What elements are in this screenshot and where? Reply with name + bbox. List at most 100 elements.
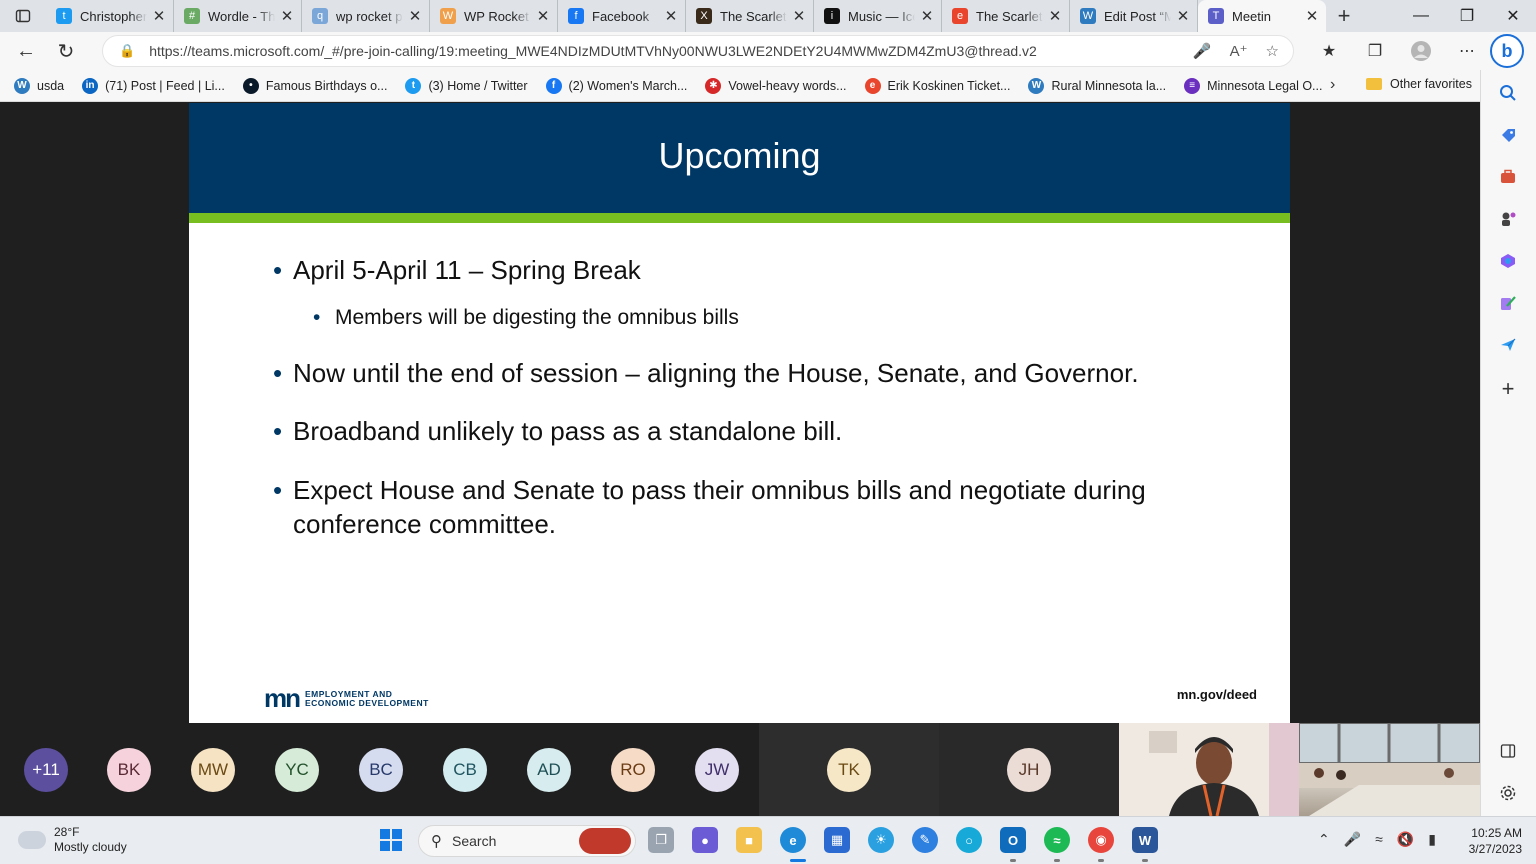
favorite-link[interactable]: ≡ Minnesota Legal O... (1184, 77, 1322, 94)
games-icon[interactable] (1495, 206, 1521, 232)
word-icon[interactable]: W (1132, 827, 1158, 853)
task-view-icon[interactable]: ❐ (648, 827, 674, 853)
slide-footer-url: mn.gov/deed (1176, 687, 1257, 702)
browser-tab[interactable]: f Facebook ✕ (558, 0, 686, 32)
close-tab-icon[interactable]: ✕ (791, 7, 807, 25)
back-button[interactable]: ← (8, 35, 44, 67)
browser-tab[interactable]: # Wordle - Th ✕ (174, 0, 302, 32)
add-sidebar-app-icon[interactable]: + (1495, 376, 1521, 402)
participant-avatar[interactable]: BC (359, 748, 403, 792)
outlook-icon[interactable]: O (1000, 827, 1026, 853)
favorite-link[interactable]: f (2) Women's March... (545, 77, 687, 94)
clock-date: 3/27/2023 (1468, 842, 1522, 856)
restore-button[interactable]: ❐ (1444, 0, 1490, 32)
microphone-icon[interactable]: 🎤 (1344, 831, 1361, 848)
url-text[interactable]: https://teams.microsoft.com/_#/pre-join-… (149, 43, 1193, 59)
browser-tab[interactable]: X The Scarlet ✕ (686, 0, 814, 32)
favorite-link[interactable]: Wusda (14, 77, 64, 94)
more-favorites-chevron-icon[interactable]: › (1330, 76, 1335, 94)
browser-tab[interactable]: W WP Rocket ✕ (430, 0, 558, 32)
taskbar-search-box[interactable]: ⚲ Search (418, 825, 636, 857)
profile-avatar[interactable] (1400, 35, 1442, 67)
close-tab-icon[interactable]: ✕ (151, 7, 167, 25)
participant-avatar[interactable]: TK (827, 748, 871, 792)
favorite-link[interactable]: t (3) Home / Twitter (405, 77, 528, 94)
edge-icon[interactable]: e (780, 827, 806, 853)
refresh-button[interactable]: ↻ (48, 35, 84, 67)
favorite-link[interactable]: ✱ Vowel-heavy words... (705, 77, 847, 94)
favorite-link[interactable]: e Erik Koskinen Ticket... (864, 77, 1010, 94)
microphone-icon[interactable]: 🎤 (1193, 42, 1212, 60)
close-tab-icon[interactable]: ✕ (1304, 7, 1320, 25)
chrome-icon[interactable]: ◉ (1088, 827, 1114, 853)
settings-gear-icon[interactable] (1495, 780, 1521, 806)
drop-icon[interactable] (1495, 290, 1521, 316)
chat-icon[interactable]: ● (692, 827, 718, 853)
browser-tab[interactable]: W Edit Post “M ✕ (1070, 0, 1198, 32)
browser-tab[interactable]: q wp rocket p ✕ (302, 0, 430, 32)
participant-avatar[interactable]: RO (611, 748, 655, 792)
new-tab-button[interactable]: + (1326, 3, 1362, 29)
more-menu-icon[interactable]: ⋯ (1446, 35, 1488, 67)
participant-avatar[interactable]: CB (443, 748, 487, 792)
show-hidden-icons-chevron-icon[interactable]: ⌃ (1318, 831, 1330, 848)
favorite-link[interactable]: in (71) Post | Feed | Li... (82, 77, 225, 94)
send-icon[interactable] (1495, 332, 1521, 358)
browser-tab[interactable]: i Music — Ice ✕ (814, 0, 942, 32)
more-participants-avatar[interactable]: +11 (24, 748, 68, 792)
participant-avatar[interactable]: AD (527, 748, 571, 792)
participant-avatar[interactable]: MW (191, 748, 235, 792)
participant-avatar[interactable]: YC (275, 748, 319, 792)
close-tab-icon[interactable]: ✕ (1047, 7, 1063, 25)
bing-chat-icon[interactable]: b (1490, 34, 1524, 68)
tab-actions-icon[interactable] (0, 0, 46, 32)
favorite-link[interactable]: • Famous Birthdays o... (242, 77, 387, 94)
close-tab-icon[interactable]: ✕ (663, 7, 679, 25)
weather-widget[interactable]: 28°F Mostly cloudy (18, 825, 127, 855)
split-screen-icon[interactable] (1495, 738, 1521, 764)
participant-avatar[interactable]: BK (107, 748, 151, 792)
lock-icon[interactable]: 🔒 (119, 43, 135, 59)
address-bar[interactable]: 🔒 https://teams.microsoft.com/_#/pre-joi… (102, 35, 1294, 67)
other-favorites-folder[interactable]: Other favorites (1366, 77, 1472, 91)
browser-tab[interactable]: e The Scarlet ✕ (942, 0, 1070, 32)
participant-avatar[interactable]: JW (695, 748, 739, 792)
file-explorer-icon[interactable]: ■ (736, 827, 762, 853)
tools-briefcase-icon[interactable] (1495, 164, 1521, 190)
close-tab-icon[interactable]: ✕ (535, 7, 551, 25)
windows-start-icon[interactable] (380, 829, 402, 851)
favorite-label: (3) Home / Twitter (428, 78, 528, 93)
favorite-site-icon: W (14, 77, 30, 94)
minimize-button[interactable]: — (1398, 0, 1444, 32)
participant-avatar[interactable]: JH (1007, 748, 1051, 792)
participant-video-tile[interactable] (1119, 723, 1299, 816)
battery-icon[interactable]: ▮ (1428, 831, 1436, 848)
wifi-icon[interactable]: ≈ (1375, 831, 1383, 848)
read-aloud-icon[interactable]: A⁺ (1230, 42, 1248, 60)
close-tab-icon[interactable]: ✕ (407, 7, 423, 25)
close-tab-icon[interactable]: ✕ (919, 7, 935, 25)
office-icon[interactable] (1495, 248, 1521, 274)
paint-icon[interactable]: ✎ (912, 827, 938, 853)
add-favorite-icon[interactable]: ☆ (1266, 42, 1279, 60)
weather-app-icon[interactable]: ☀ (868, 827, 894, 853)
system-clock[interactable]: 10:25 AM 3/27/2023 (1469, 825, 1522, 857)
store-icon[interactable]: ▦ (824, 827, 850, 853)
spotify-icon[interactable]: ≈ (1044, 827, 1070, 853)
close-tab-icon[interactable]: ✕ (1175, 7, 1191, 25)
favorite-link[interactable]: W Rural Minnesota la... (1028, 77, 1166, 94)
collections-icon[interactable]: ❐ (1354, 35, 1396, 67)
slide-bullet: • Now until the end of session – aligning… (273, 358, 1139, 388)
alexa-icon[interactable]: ○ (956, 827, 982, 853)
tab-title: The Scarlet (976, 8, 1043, 24)
tab-title: wp rocket p (336, 8, 403, 24)
volume-muted-icon[interactable]: 🔇 (1397, 831, 1414, 848)
search-icon[interactable] (1495, 80, 1521, 106)
close-tab-icon[interactable]: ✕ (279, 7, 295, 25)
close-window-button[interactable]: ✕ (1490, 0, 1536, 32)
favorites-icon[interactable]: ★ (1308, 35, 1350, 67)
shopping-tag-icon[interactable] (1495, 122, 1521, 148)
browser-tab[interactable]: T Meetin ✕ (1198, 0, 1326, 32)
browser-tab[interactable]: t Christopher ✕ (46, 0, 174, 32)
participant-video-tile[interactable] (1299, 723, 1480, 816)
